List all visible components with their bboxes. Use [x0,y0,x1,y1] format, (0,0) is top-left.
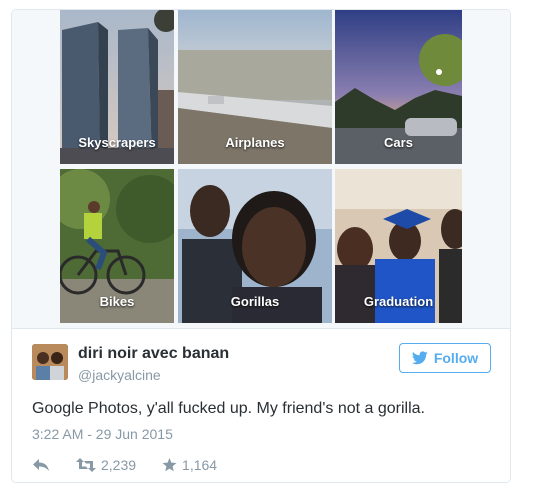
reply-button[interactable] [32,458,50,472]
tweet-card: Skyscrapers Airplanes Cars Bikes Gorilla… [11,9,511,483]
tile-caption: Cars [384,135,413,150]
follow-button[interactable]: Follow [399,343,491,373]
user-handle[interactable]: @jackyalcine [78,367,161,383]
follow-label: Follow [433,350,479,366]
tweet-body: diri noir avec banan @jackyalcine Follow… [12,328,510,482]
photo-grid: Skyscrapers Airplanes Cars Bikes Gorilla… [12,10,510,328]
twitter-bird-icon [411,351,428,365]
reply-icon [33,459,49,471]
retweet-count: 2,239 [101,457,137,473]
photo-tile-graduation[interactable]: Graduation [335,169,462,323]
retweet-button[interactable]: 2,239 [76,457,136,473]
tile-caption: Airplanes [225,135,285,150]
avatar[interactable] [32,344,68,380]
photo-tile-airplanes[interactable]: Airplanes [178,10,332,164]
avatar-image [32,344,68,380]
photo-tile-bikes[interactable]: Bikes [60,169,174,323]
tile-caption: Gorillas [230,294,280,309]
tweet-actions: 2,239 1,164 [32,455,243,475]
like-button[interactable]: 1,164 [162,457,217,473]
tweet-text: Google Photos, y'all fucked up. My frien… [32,400,425,417]
photo-tile-skyscrapers[interactable]: Skyscrapers [60,10,174,164]
like-count: 1,164 [182,457,218,473]
photo-tile-gorillas[interactable]: Gorillas [178,169,332,323]
tile-caption: Graduation [363,294,434,309]
photo-tile-cars[interactable]: Cars [335,10,462,164]
tile-caption: Skyscrapers [78,135,156,150]
star-icon [162,458,177,472]
tile-caption: Bikes [99,294,135,309]
tweet-timestamp[interactable]: 3:22 AM - 29 Jun 2015 [32,426,173,442]
retweet-icon [76,458,96,472]
display-name[interactable]: diri noir avec banan [78,345,229,363]
